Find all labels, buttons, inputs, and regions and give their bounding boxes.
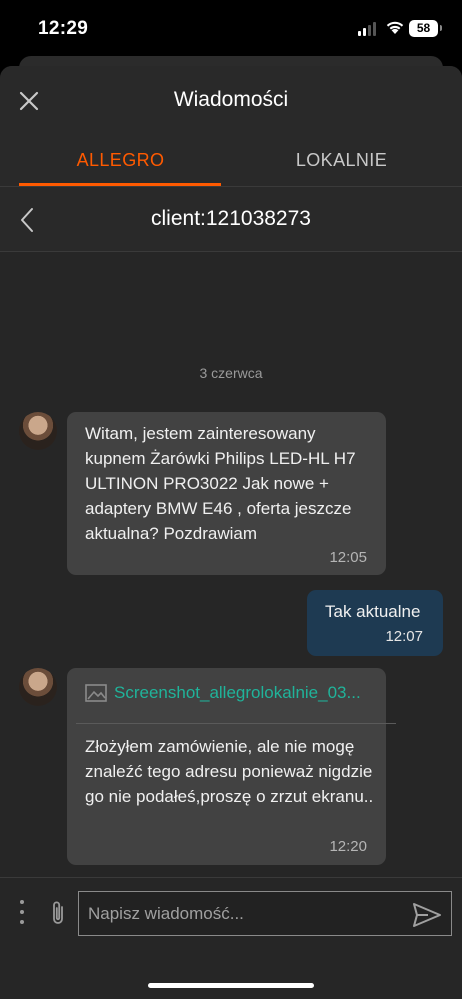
- cellular-signal-icon: [358, 22, 376, 36]
- home-indicator: [148, 983, 314, 988]
- message-time: 12:20: [329, 838, 367, 855]
- conversation-title: client:121038273: [151, 207, 311, 230]
- paperclip-icon[interactable]: [48, 899, 68, 927]
- message-time: 12:05: [329, 549, 367, 566]
- avatar[interactable]: [19, 668, 57, 706]
- conversation-bar: client:121038273: [0, 186, 462, 252]
- battery-icon: 58: [409, 20, 442, 37]
- send-icon[interactable]: [412, 902, 442, 928]
- message-bubble-incoming[interactable]: Screenshot_allegrolokalnie_03... Złożyłe…: [67, 668, 396, 865]
- date-separator: 3 czerwca: [199, 365, 263, 381]
- message-text: Witam, jestem zainteresowany kupnem Żaró…: [85, 424, 356, 543]
- message-list[interactable]: 3 czerwca Witam, jestem zainteresowany k…: [0, 253, 462, 877]
- image-icon: [85, 684, 107, 702]
- more-options-icon[interactable]: [18, 900, 26, 926]
- composer: [0, 877, 462, 999]
- header: Wiadomości ALLEGRO LOKALNIE: [0, 66, 462, 186]
- status-time: 12:29: [38, 18, 89, 39]
- message-time: 12:07: [385, 628, 423, 645]
- wifi-icon: [386, 21, 404, 34]
- message-text: Tak aktualne: [325, 602, 421, 621]
- avatar[interactable]: [19, 412, 57, 450]
- message-input[interactable]: [78, 891, 452, 936]
- tab-lokalnie[interactable]: LOKALNIE: [226, 150, 457, 171]
- message-bubble-outgoing[interactable]: Tak aktualne 12:07: [307, 590, 443, 656]
- attachment-filename[interactable]: Screenshot_allegrolokalnie_03...: [114, 683, 376, 703]
- messages-sheet: Wiadomości ALLEGRO LOKALNIE client:12103…: [0, 66, 462, 999]
- page-title: Wiadomości: [173, 88, 289, 111]
- message-text: Złożyłem zamówienie, ale nie mogę znaleź…: [85, 737, 374, 806]
- message-bubble-incoming[interactable]: Witam, jestem zainteresowany kupnem Żaró…: [67, 412, 386, 575]
- status-bar: 12:29 58: [0, 0, 462, 60]
- tab-allegro[interactable]: ALLEGRO: [5, 150, 236, 171]
- image-attachment[interactable]: Screenshot_allegrolokalnie_03...: [76, 668, 396, 724]
